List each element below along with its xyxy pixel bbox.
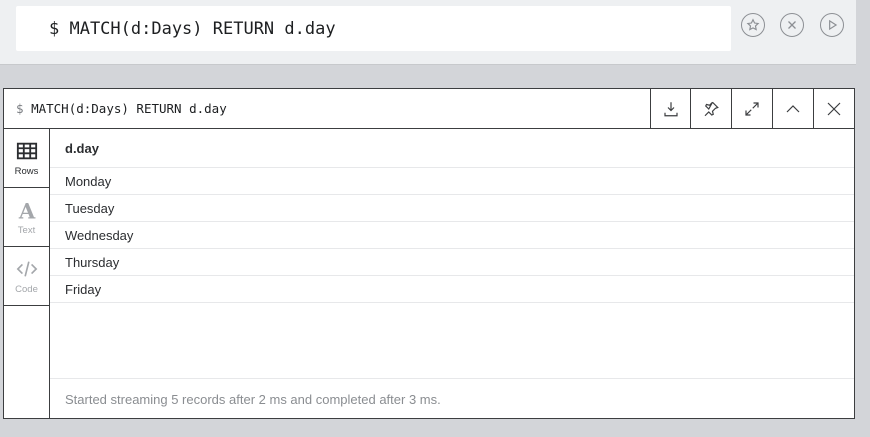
run-query-button[interactable] bbox=[820, 13, 844, 37]
frame-query: MATCH(d:Days) RETURN d.day bbox=[31, 101, 227, 116]
prompt-dollar: $ bbox=[16, 101, 24, 116]
run-icon bbox=[829, 19, 838, 31]
status-bar: Started streaming 5 records after 2 ms a… bbox=[50, 378, 854, 418]
download-icon bbox=[663, 101, 678, 116]
view-text-label: Text bbox=[17, 224, 36, 236]
frame-header: $ MATCH(d:Days) RETURN d.day bbox=[4, 89, 854, 129]
pin-button[interactable] bbox=[690, 89, 730, 128]
column-header: d.day bbox=[50, 129, 854, 168]
editor-bar: $ MATCH(d:Days) RETURN d.day bbox=[0, 0, 856, 65]
collapse-icon bbox=[786, 104, 799, 112]
table-icon bbox=[16, 142, 37, 159]
text-icon: A bbox=[17, 199, 35, 221]
collapse-button[interactable] bbox=[772, 89, 812, 128]
table-row: Monday bbox=[50, 168, 854, 195]
view-rows-tab[interactable]: Rows bbox=[4, 129, 49, 188]
frame-title[interactable]: $ MATCH(d:Days) RETURN d.day bbox=[16, 101, 227, 116]
query-editor[interactable]: $ MATCH(d:Days) RETURN d.day bbox=[16, 6, 731, 51]
table-view: d.day Monday Tuesday Wednesday Thursday … bbox=[50, 129, 854, 418]
table-row: Friday bbox=[50, 276, 854, 303]
clear-icon bbox=[788, 21, 796, 29]
favorite-button[interactable] bbox=[741, 13, 765, 37]
table-row: Tuesday bbox=[50, 195, 854, 222]
close-icon bbox=[827, 102, 841, 115]
view-rows-label: Rows bbox=[14, 165, 39, 177]
table-row: Wednesday bbox=[50, 222, 854, 249]
view-code-label: Code bbox=[15, 283, 38, 295]
expand-icon bbox=[744, 101, 759, 116]
code-icon bbox=[16, 260, 37, 277]
star-icon bbox=[746, 18, 760, 31]
pin-icon bbox=[704, 101, 719, 116]
fullscreen-button[interactable] bbox=[731, 89, 771, 128]
view-text-tab[interactable]: A Text bbox=[4, 188, 49, 247]
table-row: Thursday bbox=[50, 249, 854, 276]
svg-text:A: A bbox=[17, 199, 35, 221]
close-frame-button[interactable] bbox=[813, 89, 854, 128]
view-code-tab[interactable]: Code bbox=[4, 247, 49, 306]
query-editor-text[interactable]: $ MATCH(d:Days) RETURN d.day bbox=[49, 19, 336, 39]
clear-editor-button[interactable] bbox=[780, 13, 804, 37]
download-button[interactable] bbox=[650, 89, 690, 128]
result-frame: $ MATCH(d:Days) RETURN d.day Rows A Text… bbox=[3, 88, 855, 419]
view-switcher: Rows A Text Code bbox=[4, 129, 50, 418]
